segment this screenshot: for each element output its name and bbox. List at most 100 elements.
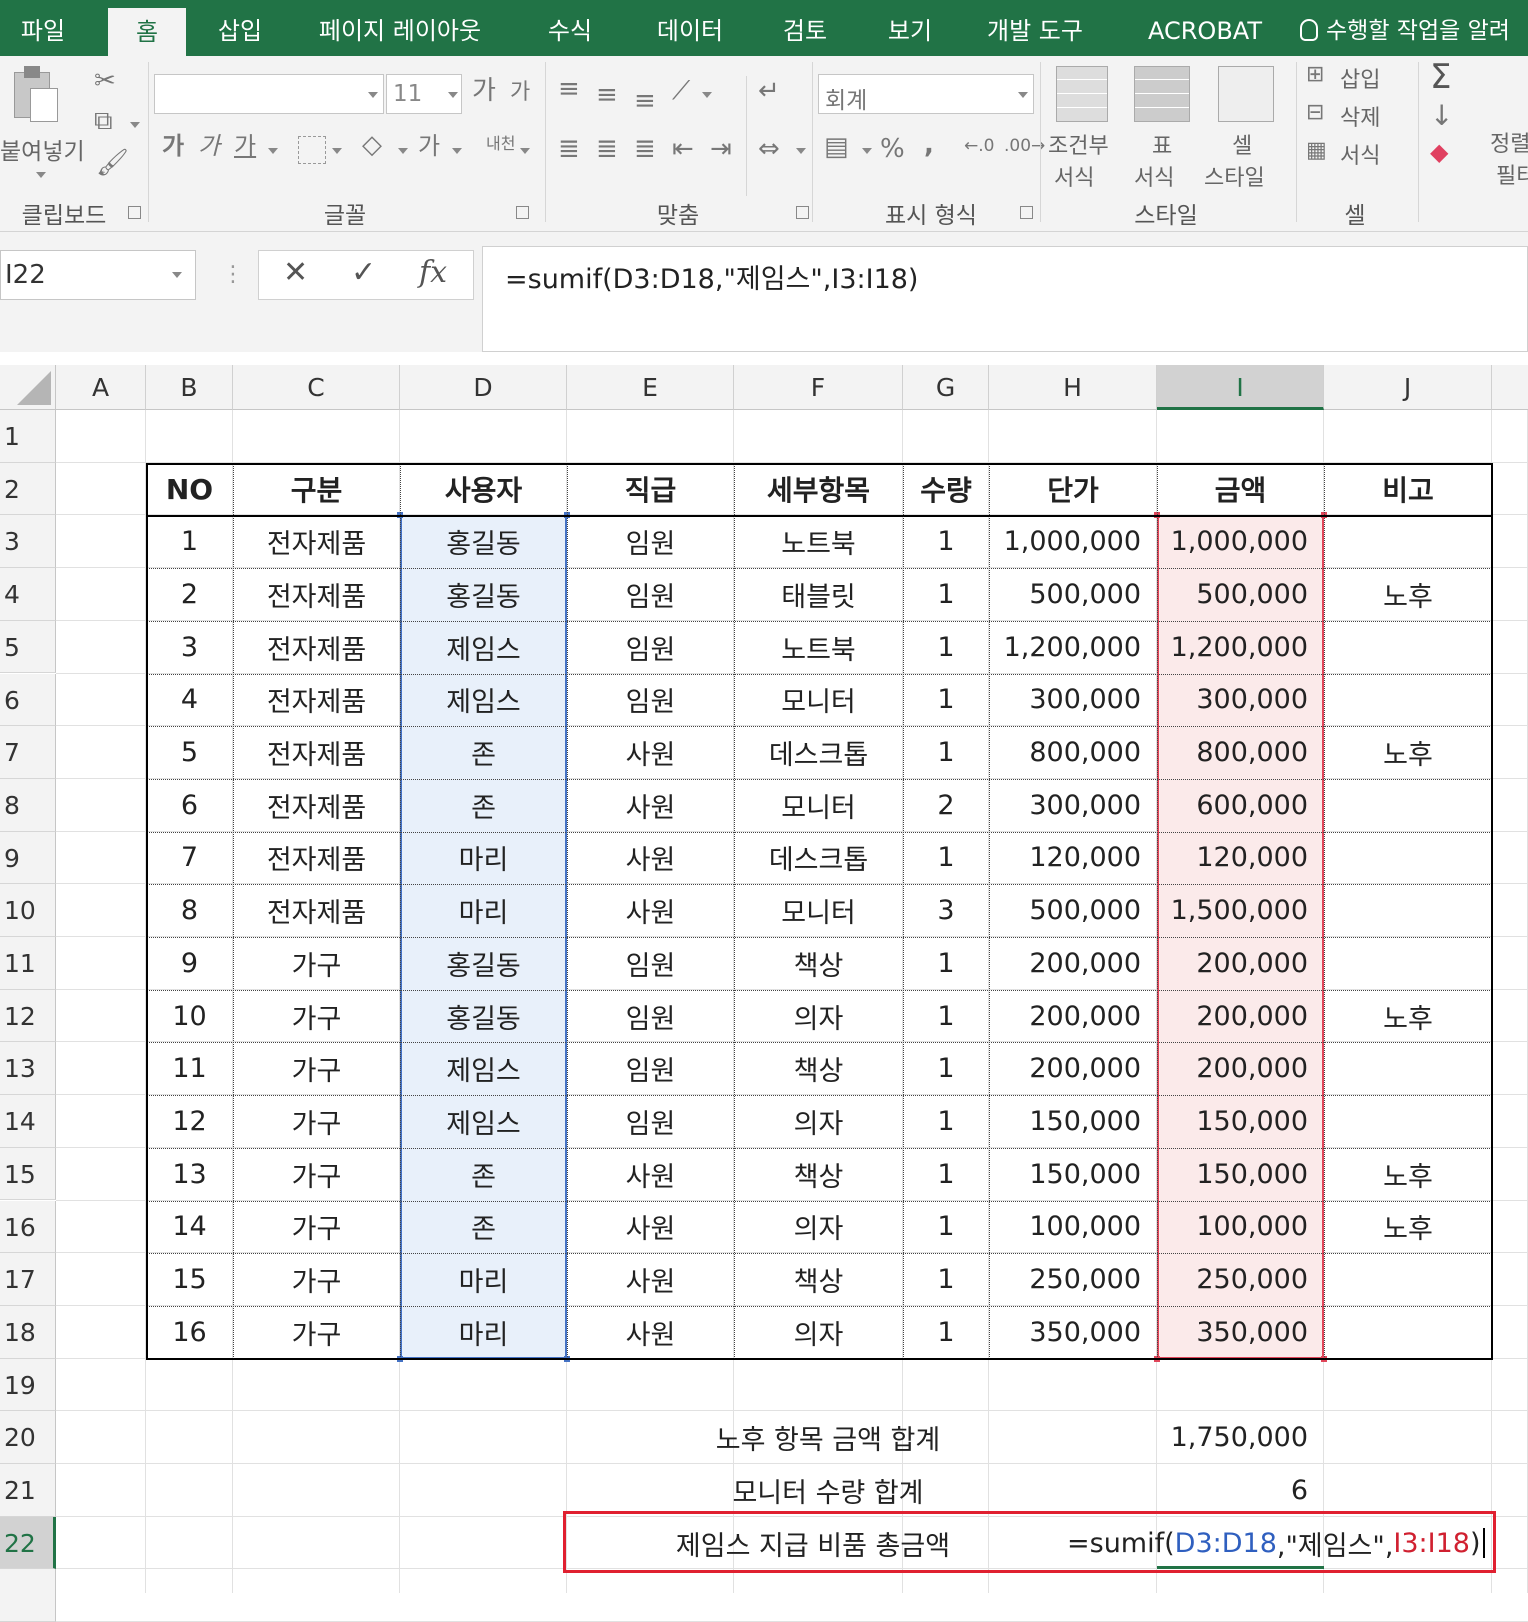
- row-header-14[interactable]: 14: [0, 1095, 56, 1148]
- cell-rank[interactable]: 임원: [567, 674, 734, 727]
- cell-no[interactable]: 12: [146, 1095, 233, 1148]
- monitor-qty-total-label[interactable]: 모니터 수량 합계: [567, 1464, 1089, 1517]
- cell-amount[interactable]: 1,500,000: [1157, 884, 1324, 937]
- cell-unit-price[interactable]: 250,000: [989, 1253, 1157, 1306]
- currency-dropdown-icon[interactable]: [862, 148, 872, 154]
- cell-item[interactable]: 책상: [734, 937, 903, 990]
- cell-rank[interactable]: 사원: [567, 1306, 734, 1359]
- font-color-dropdown-icon[interactable]: [452, 148, 462, 154]
- cell-user[interactable]: 마리: [400, 1253, 567, 1306]
- border-dropdown-icon[interactable]: [332, 148, 342, 154]
- cell-unit-price[interactable]: 300,000: [989, 674, 1157, 727]
- cell-rank[interactable]: 사원: [567, 1253, 734, 1306]
- cell-category[interactable]: 전자제품: [233, 884, 400, 937]
- cell-item[interactable]: 책상: [734, 1042, 903, 1095]
- row-header-11[interactable]: 11: [0, 937, 56, 990]
- cell-rank[interactable]: 사원: [567, 832, 734, 885]
- format-cells-icon[interactable]: ▦: [1306, 140, 1327, 162]
- cell-item[interactable]: 의자: [734, 1201, 903, 1254]
- cell-rank[interactable]: 임원: [567, 1042, 734, 1095]
- cell-amount[interactable]: 500,000: [1157, 568, 1324, 621]
- sort-filter-label-1[interactable]: 정렬: [1490, 126, 1528, 158]
- cell-quantity[interactable]: 1: [903, 1148, 989, 1201]
- delete-cells-icon[interactable]: ⊟: [1306, 102, 1324, 124]
- cell-user[interactable]: 홍길동: [400, 515, 567, 568]
- cell-rank[interactable]: 임원: [567, 990, 734, 1043]
- decrease-font-icon[interactable]: 가: [510, 82, 530, 104]
- cell-note[interactable]: 노후: [1324, 726, 1492, 779]
- cell-category[interactable]: 가구: [233, 1306, 400, 1359]
- cell-amount[interactable]: 100,000: [1157, 1201, 1324, 1254]
- cell-user[interactable]: 제임스: [400, 1042, 567, 1095]
- cell-amount[interactable]: 150,000: [1157, 1148, 1324, 1201]
- currency-icon[interactable]: ▤: [824, 134, 849, 160]
- cell-category[interactable]: 가구: [233, 1148, 400, 1201]
- cell-no[interactable]: 8: [146, 884, 233, 937]
- row-header-16[interactable]: 16: [0, 1200, 56, 1254]
- font-name-dropdown-icon[interactable]: [368, 92, 378, 98]
- cell-no[interactable]: 11: [146, 1042, 233, 1095]
- cell-note[interactable]: [1324, 937, 1492, 990]
- clipboard-launcher-icon[interactable]: [128, 206, 141, 219]
- row-header-6[interactable]: 6: [0, 673, 56, 727]
- cell-no[interactable]: 5: [146, 726, 233, 779]
- paste-label[interactable]: 붙여넣기: [0, 132, 85, 166]
- enter-icon[interactable]: ✓: [351, 255, 376, 290]
- cell-no[interactable]: 2: [146, 568, 233, 621]
- cell-rank[interactable]: 사원: [567, 1201, 734, 1254]
- conditional-format-icon[interactable]: [1056, 66, 1108, 122]
- cell-no[interactable]: 1: [146, 515, 233, 568]
- cell-amount[interactable]: 600,000: [1157, 779, 1324, 832]
- cell-quantity[interactable]: 1: [903, 832, 989, 885]
- row-header-18[interactable]: 18: [0, 1305, 56, 1359]
- cell-amount[interactable]: 1,200,000: [1157, 621, 1324, 674]
- old-items-total-value[interactable]: 1,750,000: [1157, 1411, 1324, 1464]
- cell-styles-label-1[interactable]: 셀: [1232, 128, 1252, 160]
- cell-amount[interactable]: 200,000: [1157, 937, 1324, 990]
- cell-note[interactable]: 노후: [1324, 990, 1492, 1043]
- cell-note[interactable]: 노후: [1324, 568, 1492, 621]
- format-cells-label[interactable]: 서식: [1340, 138, 1380, 170]
- row-header-21[interactable]: 21: [0, 1464, 56, 1517]
- cell-user[interactable]: 홍길동: [400, 568, 567, 621]
- cell-amount[interactable]: 800,000: [1157, 726, 1324, 779]
- row-header-10[interactable]: 10: [0, 884, 56, 937]
- insert-function-icon[interactable]: fx: [419, 255, 447, 290]
- formula-bar-grip-icon[interactable]: ⋮: [222, 262, 244, 287]
- cell-styles-label-2[interactable]: 스타일: [1204, 160, 1265, 192]
- tab-insert[interactable]: 삽입: [200, 0, 280, 56]
- tab-file[interactable]: 파일: [0, 0, 86, 56]
- tab-view[interactable]: 보기: [870, 0, 950, 56]
- cell-unit-price[interactable]: 800,000: [989, 726, 1157, 779]
- cell-item[interactable]: 의자: [734, 990, 903, 1043]
- cell-category[interactable]: 전자제품: [233, 726, 400, 779]
- align-middle-icon[interactable]: ≡: [596, 82, 618, 108]
- cell-unit-price[interactable]: 1,000,000: [989, 515, 1157, 568]
- cell-quantity[interactable]: 1: [903, 621, 989, 674]
- cell-quantity[interactable]: 1: [903, 1306, 989, 1359]
- cell-category[interactable]: 전자제품: [233, 832, 400, 885]
- column-header-c[interactable]: C: [233, 365, 400, 410]
- column-header-j[interactable]: J: [1324, 365, 1492, 410]
- header-cell-quantity[interactable]: 수량: [903, 463, 989, 516]
- number-format-select[interactable]: 회계: [818, 74, 1034, 114]
- cell-note[interactable]: [1324, 884, 1492, 937]
- cell-user[interactable]: 마리: [400, 884, 567, 937]
- cell-amount[interactable]: 300,000: [1157, 674, 1324, 727]
- wrap-text-icon[interactable]: ↵: [758, 78, 780, 104]
- cell-rank[interactable]: 사원: [567, 779, 734, 832]
- clear-icon[interactable]: ◆: [1430, 140, 1448, 164]
- font-name-input[interactable]: [154, 74, 384, 114]
- autosum-icon[interactable]: Σ: [1430, 60, 1451, 94]
- column-header-i[interactable]: I: [1157, 365, 1324, 410]
- cell-user[interactable]: 마리: [400, 832, 567, 885]
- cell-note[interactable]: [1324, 1253, 1492, 1306]
- cell-amount[interactable]: 120,000: [1157, 832, 1324, 885]
- tab-page-layout[interactable]: 페이지 레이아웃: [300, 0, 500, 56]
- cell-category[interactable]: 가구: [233, 937, 400, 990]
- cell-rank[interactable]: 사원: [567, 884, 734, 937]
- cell-unit-price[interactable]: 500,000: [989, 884, 1157, 937]
- cell-no[interactable]: 14: [146, 1201, 233, 1254]
- cell-note[interactable]: 노후: [1324, 1148, 1492, 1201]
- cell-category[interactable]: 전자제품: [233, 674, 400, 727]
